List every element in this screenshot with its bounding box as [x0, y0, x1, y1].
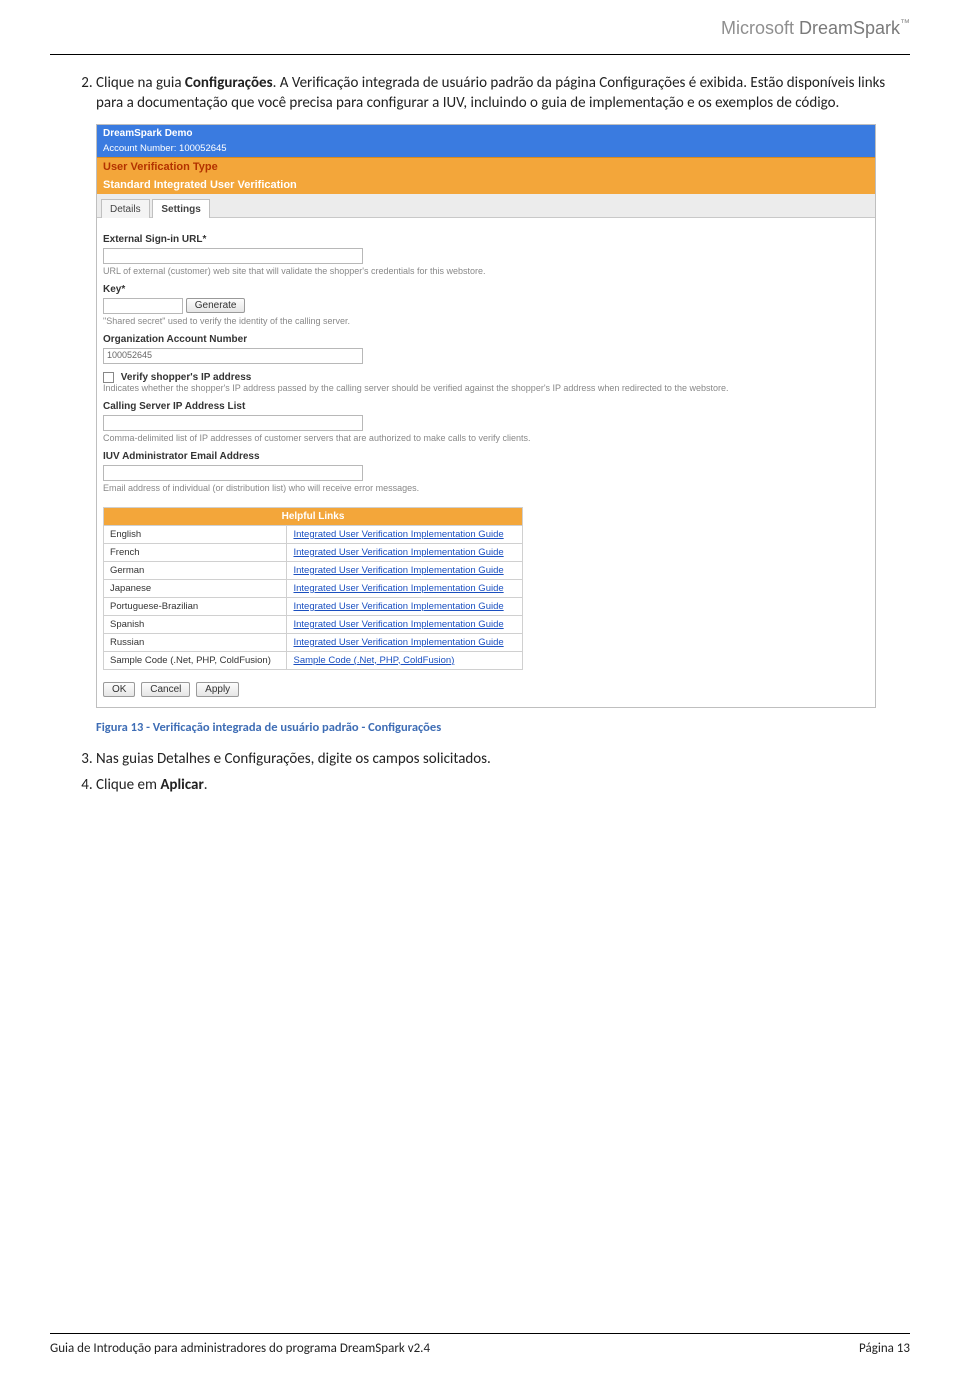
ss-account: Account Number: 100052645	[97, 142, 875, 157]
instruction-item-3: Nas guias Detalhes e Configurações, digi…	[96, 749, 900, 769]
table-row: Spanish Integrated User Verification Impl…	[104, 615, 523, 633]
guide-link[interactable]: Integrated User Verification Implementat…	[293, 565, 503, 576]
table-row: Russian Integrated User Verification Impl…	[104, 633, 523, 651]
tab-details[interactable]: Details	[101, 199, 150, 218]
instruction-item-4: Clique em Aplicar.	[96, 775, 900, 795]
input-key[interactable]	[103, 298, 183, 314]
brand-tm: ™	[900, 18, 910, 29]
link-cell: Integrated User Verification Implementat…	[287, 597, 523, 615]
input-signin-url[interactable]	[103, 248, 363, 264]
help-signin-url: URL of external (customer) web site that…	[103, 266, 869, 276]
link-cell: Integrated User Verification Implementat…	[287, 633, 523, 651]
guide-link[interactable]: Integrated User Verification Implementat…	[293, 619, 503, 630]
link-cell: Integrated User Verification Implementat…	[287, 543, 523, 561]
label-org-account: Organization Account Number	[103, 334, 869, 345]
instruction-list: Clique na guia Configurações. A Verifica…	[96, 73, 900, 114]
link-cell: Integrated User Verification Implementat…	[287, 525, 523, 543]
apply-button[interactable]: Apply	[196, 682, 239, 697]
checkbox-verify-ip[interactable]	[103, 372, 114, 383]
help-verify-ip: Indicates whether the shopper's IP addre…	[103, 383, 869, 393]
link-cell: Integrated User Verification Implementat…	[287, 561, 523, 579]
helpful-links-table: Helpful Links English Integrated User Ver…	[103, 507, 523, 670]
help-ip-list: Comma-delimited list of IP addresses of …	[103, 433, 869, 443]
header-rule	[50, 54, 910, 55]
footer-right: Página 13	[859, 1341, 910, 1356]
table-row: French Integrated User Verification Imple…	[104, 543, 523, 561]
ss-section-siuv: Standard Integrated User Verification	[97, 176, 875, 194]
input-ip-list[interactable]	[103, 415, 363, 431]
table-row: English Integrated User Verification Impl…	[104, 525, 523, 543]
guide-link[interactable]: Sample Code (.Net, PHP, ColdFusion)	[293, 655, 454, 666]
brand-header: Microsoft DreamSpark™	[721, 18, 910, 39]
label-admin-email: IUV Administrator Email Address	[103, 451, 869, 462]
link-lang: Japanese	[104, 579, 287, 597]
ss-body: External Sign-in URL* URL of external (c…	[97, 218, 875, 674]
footer-left: Guia de Introdução para administradores …	[50, 1341, 430, 1356]
link-lang: Russian	[104, 633, 287, 651]
guide-link[interactable]: Integrated User Verification Implementat…	[293, 637, 503, 648]
link-cell: Integrated User Verification Implementat…	[287, 579, 523, 597]
link-cell: Integrated User Verification Implementat…	[287, 615, 523, 633]
ss-action-row: OK Cancel Apply	[97, 674, 875, 707]
link-lang: Spanish	[104, 615, 287, 633]
brand-prefix: Microsoft	[721, 18, 799, 38]
link-lang: English	[104, 525, 287, 543]
embedded-screenshot: DreamSpark Demo Account Number: 10005264…	[96, 124, 876, 708]
label-verify-ip: Verify shopper's IP address	[121, 372, 252, 383]
label-ip-list: Calling Server IP Address List	[103, 401, 869, 412]
guide-link[interactable]: Integrated User Verification Implementat…	[293, 529, 503, 540]
guide-link[interactable]: Integrated User Verification Implementat…	[293, 547, 503, 558]
guide-link[interactable]: Integrated User Verification Implementat…	[293, 583, 503, 594]
ss-tabs: Details Settings	[97, 194, 875, 218]
input-admin-email[interactable]	[103, 465, 363, 481]
figure-caption: Figura 13 - Verificação integrada de usu…	[96, 720, 910, 735]
instruction-list-cont: Nas guias Detalhes e Configurações, digi…	[96, 749, 900, 796]
label-key: Key*	[103, 284, 869, 295]
table-row: Japanese Integrated User Verification Imp…	[104, 579, 523, 597]
brand-name: DreamSpark	[799, 18, 900, 38]
guide-link[interactable]: Integrated User Verification Implementat…	[293, 601, 503, 612]
generate-button[interactable]: Generate	[186, 298, 246, 313]
label-signin-url: External Sign-in URL*	[103, 234, 869, 245]
helpful-links-header: Helpful Links	[104, 507, 523, 525]
cancel-button[interactable]: Cancel	[141, 682, 190, 697]
helpful-links-body: English Integrated User Verification Impl…	[104, 525, 523, 669]
table-row: Portuguese-Brazilian Integrated User Veri…	[104, 597, 523, 615]
ss-title: DreamSpark Demo	[97, 125, 875, 142]
link-lang: French	[104, 543, 287, 561]
ok-button[interactable]: OK	[103, 682, 135, 697]
table-row: Sample Code (.Net, PHP, ColdFusion) Sampl…	[104, 651, 523, 669]
link-cell: Sample Code (.Net, PHP, ColdFusion)	[287, 651, 523, 669]
table-row: German Integrated User Verification Imple…	[104, 561, 523, 579]
tab-settings[interactable]: Settings	[152, 199, 209, 218]
footer-rule	[50, 1333, 910, 1334]
ss-section-uvt: User Verification Type	[97, 157, 875, 176]
instruction-item-2: Clique na guia Configurações. A Verifica…	[96, 73, 900, 114]
help-key: "Shared secret" used to verify the ident…	[103, 316, 869, 326]
help-admin-email: Email address of individual (or distribu…	[103, 483, 869, 493]
link-lang: Portuguese-Brazilian	[104, 597, 287, 615]
input-org-account[interactable]: 100052645	[103, 348, 363, 364]
link-lang: German	[104, 561, 287, 579]
link-lang: Sample Code (.Net, PHP, ColdFusion)	[104, 651, 287, 669]
